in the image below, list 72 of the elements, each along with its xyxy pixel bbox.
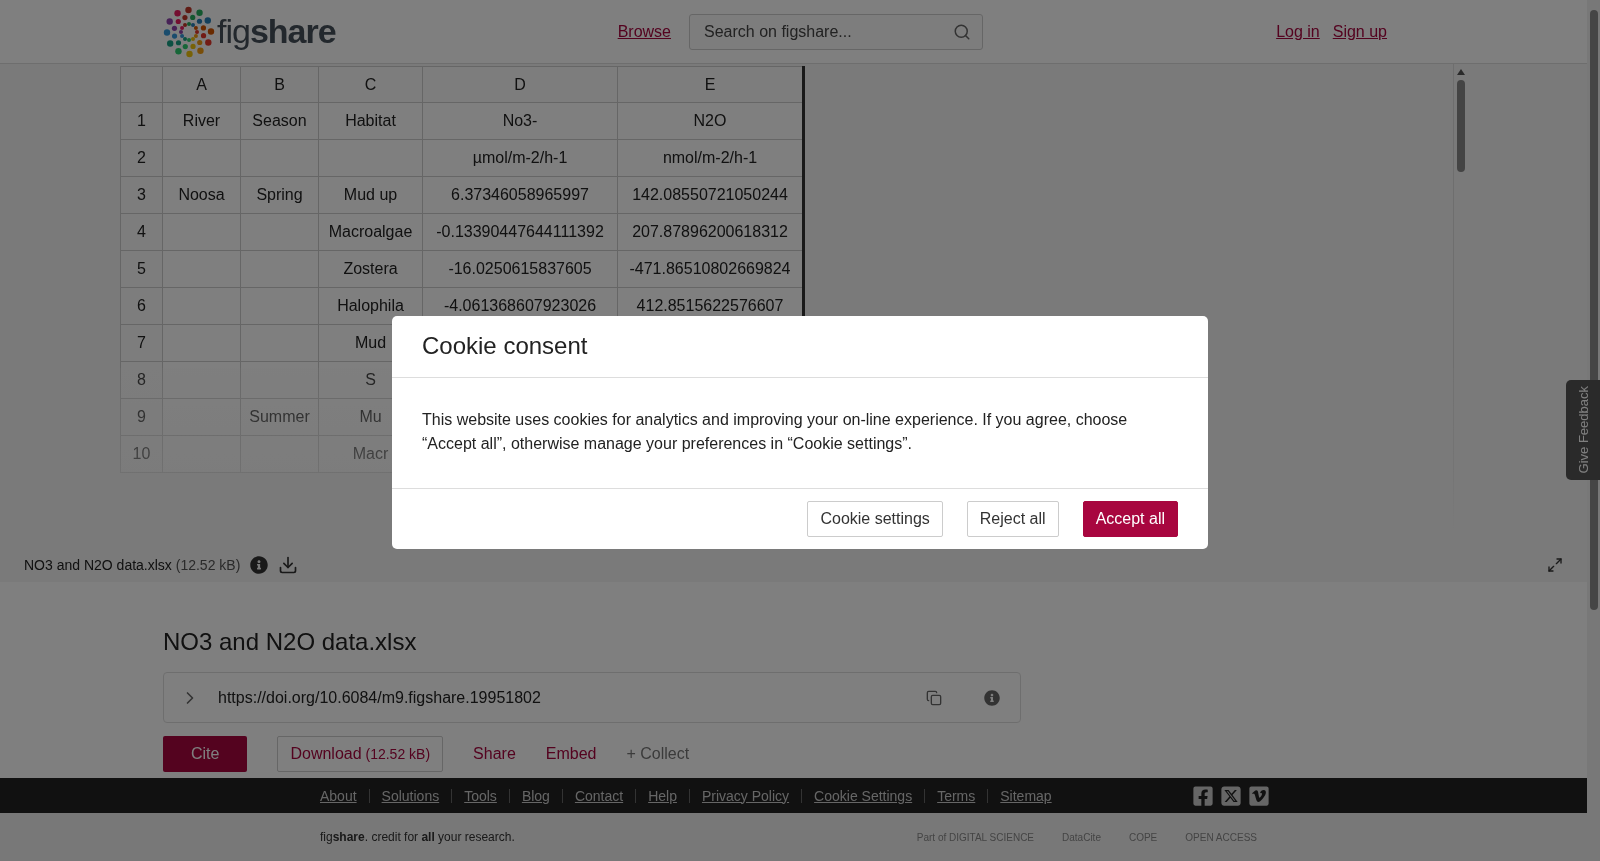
table-cell: 6.37346058965997 [422, 176, 618, 214]
action-button[interactable]: Cite [163, 736, 248, 772]
row-number: 5 [120, 250, 163, 288]
footer-link[interactable]: Tools [464, 787, 497, 804]
table-cell: River [162, 102, 241, 140]
table-cell: -16.0250615837605 [422, 250, 618, 288]
footer-link[interactable]: Blog [521, 787, 550, 804]
consent-button[interactable]: Accept all [1082, 501, 1178, 537]
auth-link[interactable]: Log in [1276, 22, 1320, 41]
file-name: NO3 and N2O data.xlsx (12.52 kB) [24, 557, 241, 573]
row-number: 2 [120, 139, 163, 177]
table-cell: Noosa [162, 176, 241, 214]
footer-link[interactable]: Privacy Policy [701, 787, 790, 804]
facebook-icon[interactable] [1191, 784, 1214, 807]
footer-link[interactable]: Contact [574, 787, 624, 804]
row-number: 9 [120, 398, 163, 436]
row-number: 7 [120, 324, 163, 362]
row-number: 1 [120, 102, 163, 140]
footer-link[interactable]: Help [648, 787, 677, 804]
item-title: NO3 and N2O data.xlsx [163, 628, 418, 656]
table-cell: Season [240, 102, 319, 140]
table-cell: Zostera [318, 250, 423, 288]
column-header: E [617, 66, 804, 103]
footer-link[interactable]: Terms [937, 787, 976, 804]
row-number: 3 [120, 176, 163, 214]
table-cell: No3- [422, 102, 618, 140]
table-cell: Macroalgae [318, 213, 423, 251]
column-header: D [422, 66, 618, 103]
vimeo-icon[interactable] [1247, 784, 1270, 807]
row-number: 10 [120, 435, 163, 473]
auth-link[interactable]: Sign up [1332, 22, 1387, 41]
copy-icon[interactable] [926, 689, 942, 706]
scrollbar-thumb[interactable] [1457, 80, 1465, 172]
consent-button[interactable]: Cookie settings [807, 501, 943, 537]
row-number: 4 [120, 213, 163, 251]
table-cell: Spring [240, 176, 319, 214]
logo-text[interactable]: figshare [217, 12, 336, 51]
table-cell: Habitat [318, 102, 423, 140]
scrollbar-thumb[interactable] [1589, 10, 1598, 610]
footer-link[interactable]: Cookie Settings [814, 787, 913, 804]
action-button[interactable]: + Collect [626, 736, 690, 772]
x-icon[interactable] [1219, 784, 1242, 807]
dialog-text: This website uses cookies for analytics and improving your on-line experience. If you agree, choose “Accept all”, otherwise manage your preferences in “Cookie settings”. [392, 378, 1208, 489]
logo-icon [163, 5, 215, 58]
search-icon[interactable] [953, 22, 971, 41]
table-cell: -0.13390447644111392 [422, 213, 618, 251]
tagline: figshare. credit for all your research. [320, 830, 515, 844]
consent-button[interactable]: Reject all [966, 501, 1059, 537]
footer-link[interactable]: About [320, 787, 357, 804]
action-button[interactable]: Download (12.52 kB) [277, 736, 444, 772]
search-field[interactable]: Search on figshare... [689, 13, 983, 50]
footer-link[interactable]: Solutions [381, 787, 440, 804]
info-icon[interactable] [250, 556, 269, 574]
expand-icon[interactable] [1547, 557, 1563, 573]
column-header: A [162, 66, 241, 103]
action-button[interactable]: Share [473, 736, 516, 772]
dialog-title: Cookie consent [422, 332, 589, 360]
feedback-tab[interactable]: Give Feedback [1566, 380, 1600, 480]
table-cell: Summer [240, 398, 319, 436]
info-icon[interactable] [984, 689, 1000, 706]
table-cell: µmol/m-2/h-1 [422, 139, 618, 177]
scroll-up-icon[interactable] [1456, 68, 1466, 76]
table-cell: Mud up [318, 176, 423, 214]
column-header: B [240, 66, 319, 103]
doi-link[interactable]: https://doi.org/10.6084/m9.figshare.19951802 [218, 688, 908, 707]
row-number: 8 [120, 361, 163, 399]
column-header: C [318, 66, 423, 103]
download-icon[interactable] [278, 555, 299, 575]
footer-link[interactable]: Sitemap [1000, 787, 1052, 804]
action-button[interactable]: Embed [545, 736, 597, 772]
row-number: 6 [120, 287, 163, 325]
browse-link[interactable]: Browse [617, 22, 671, 41]
